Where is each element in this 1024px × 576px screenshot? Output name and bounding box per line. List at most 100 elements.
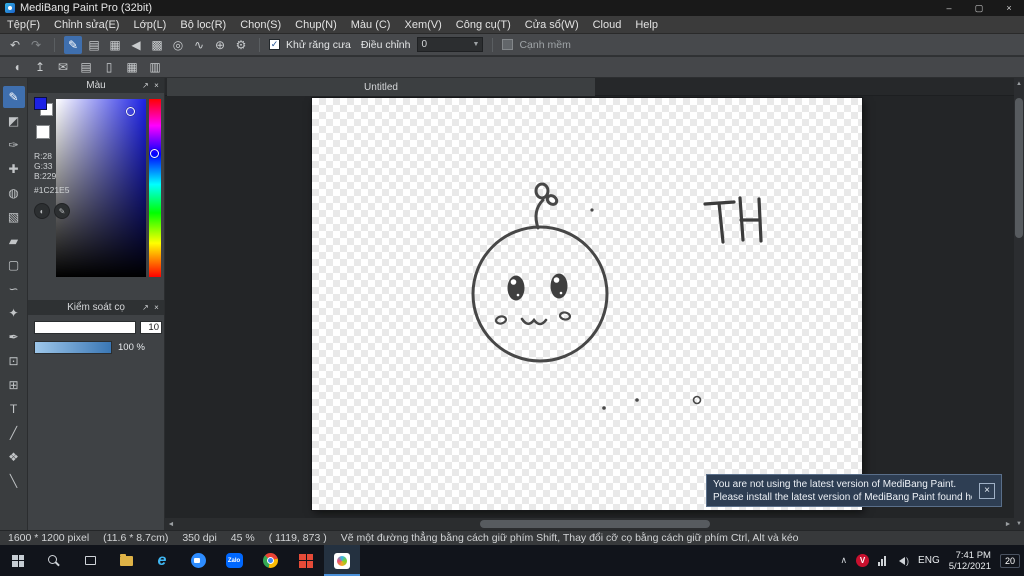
vertical-scroll-thumb[interactable] [1015,98,1023,238]
materials-icon[interactable]: ▦ [123,58,141,76]
document-tab[interactable]: Untitled [167,78,595,96]
tool-select-pen[interactable]: ✒ [3,326,25,348]
blue-value: B:229 [34,171,56,181]
undo-icon[interactable]: ↶ [6,36,24,54]
settings-gear-icon[interactable]: ⚙ [232,36,250,54]
tool-hand[interactable]: ❖ [3,446,25,468]
close-icon[interactable]: × [151,303,162,312]
tool-bucket[interactable]: ▧ [3,206,25,228]
brush-size-slider[interactable] [34,321,136,334]
brush-opacity-slider[interactable] [34,341,112,354]
menu-tools[interactable]: Công cụ(T) [449,16,518,34]
notification-line2[interactable]: Please install the latest version of Med… [713,491,972,504]
menu-filter[interactable]: Bộ lọc(R) [173,16,233,34]
menu-layer[interactable]: Lớp(L) [126,16,173,34]
popout-icon[interactable]: ↗ [140,303,151,312]
drawing-canvas[interactable] [312,98,862,510]
brush-mode-icon[interactable]: ✎ [64,36,82,54]
notification-count-badge[interactable]: 20 [1000,554,1020,568]
transparent-color-swatch[interactable] [36,125,50,139]
red-app-button[interactable] [288,545,324,576]
sv-marker[interactable] [126,107,135,116]
panels-icon[interactable]: ▤ [77,58,95,76]
close-button[interactable]: × [994,0,1024,16]
taskbar-clock[interactable]: 7:41 PM 5/12/2021 [949,550,991,572]
menu-select[interactable]: Chọn(S) [233,16,288,34]
volume-icon[interactable]: ) [895,556,909,566]
task-view-button[interactable] [72,545,108,576]
menu-help[interactable]: Help [628,16,665,34]
horizontal-scroll-thumb[interactable] [480,520,710,528]
menu-view[interactable]: Xem(V) [397,16,448,34]
start-button[interactable] [0,545,36,576]
tool-lasso[interactable]: ∽ [3,278,25,300]
tool-select[interactable]: ▢ [3,254,25,276]
back-icon[interactable]: ◀ [127,36,145,54]
redo-icon[interactable]: ↷ [27,36,45,54]
close-icon[interactable]: × [151,81,162,90]
publish-icon[interactable]: ↥ [31,58,49,76]
soft-edge-checkbox[interactable] [502,39,513,50]
target-icon[interactable]: ⊕ [211,36,229,54]
language-indicator[interactable]: ENG [918,555,940,566]
scroll-down-icon[interactable]: ▼ [1014,518,1024,530]
grid-icon[interactable]: ▦ [106,36,124,54]
hex-value: #1C21E5 [34,185,69,195]
document-icon[interactable]: ▯ [100,58,118,76]
taskbar-search-button[interactable] [36,545,72,576]
curve-icon[interactable]: ∿ [190,36,208,54]
maximize-button[interactable]: ▢ [964,0,994,16]
rings-icon[interactable]: ◎ [169,36,187,54]
network-icon[interactable] [878,556,886,566]
toolbar-secondary: ◖ ↥ ✉ ▤ ▯ ▦ ▥ [0,57,1024,78]
medibang-taskbar-button[interactable] [324,545,360,576]
droplet-icon[interactable]: ◖ [8,58,26,76]
tool-dot-pen[interactable]: ✑ [3,134,25,156]
layout-icon[interactable]: ▥ [146,58,164,76]
hue-marker[interactable] [150,149,159,158]
minimize-button[interactable]: – [934,0,964,16]
color-edit-icon[interactable]: ✎ [54,203,70,219]
tool-text[interactable]: T [3,398,25,420]
antivirus-icon[interactable]: V [856,554,869,567]
tool-eraser[interactable]: ◩ [3,110,25,132]
tool-eyedropper[interactable]: ╱ [3,422,25,444]
zoom-button[interactable] [180,545,216,576]
hue-slider[interactable] [149,99,161,277]
scroll-left-icon[interactable]: ◄ [165,518,177,530]
tool-gradient[interactable]: ▰ [3,230,25,252]
vertical-scrollbar[interactable]: ▲ ▼ [1014,78,1024,530]
file-explorer-button[interactable] [108,545,144,576]
lines-icon[interactable]: ▤ [85,36,103,54]
scroll-right-icon[interactable]: ► [1002,518,1014,530]
correction-dropdown[interactable]: 0 ▼ [417,37,483,52]
antialias-checkbox[interactable]: ✓ [269,39,280,50]
chrome-button[interactable] [252,545,288,576]
palette-icon[interactable]: ◐ [34,203,50,219]
menu-color[interactable]: Màu (C) [344,16,398,34]
tool-move[interactable]: ✚ [3,158,25,180]
tool-fill[interactable]: ◍ [3,182,25,204]
menu-edit[interactable]: Chỉnh sửa(E) [47,16,126,34]
notification-close-icon[interactable]: × [979,483,995,499]
menu-capture[interactable]: Chụp(N) [288,16,344,34]
brush-size-value[interactable]: 10 [140,321,162,334]
edge-button[interactable]: e [144,545,180,576]
foreground-color-swatch[interactable] [34,97,47,110]
tool-divide[interactable]: ╲ [3,470,25,492]
mesh-icon[interactable]: ▩ [148,36,166,54]
tool-brush[interactable]: ✎ [3,86,25,108]
tool-select-eraser[interactable]: ⊡ [3,350,25,372]
menu-cloud[interactable]: Cloud [586,16,629,34]
tray-chevron-icon[interactable]: ∧ [840,555,847,566]
menu-window[interactable]: Cửa sổ(W) [518,16,586,34]
saturation-value-picker[interactable] [56,99,146,277]
horizontal-scrollbar[interactable]: ◄ ► [165,518,1014,530]
tool-operation[interactable]: ⊞ [3,374,25,396]
popout-icon[interactable]: ↗ [140,81,151,90]
comment-icon[interactable]: ✉ [54,58,72,76]
tool-magic-wand[interactable]: ✦ [3,302,25,324]
scroll-up-icon[interactable]: ▲ [1014,78,1024,90]
zalo-button[interactable]: Zalo [216,545,252,576]
menu-file[interactable]: Tệp(F) [0,16,47,34]
